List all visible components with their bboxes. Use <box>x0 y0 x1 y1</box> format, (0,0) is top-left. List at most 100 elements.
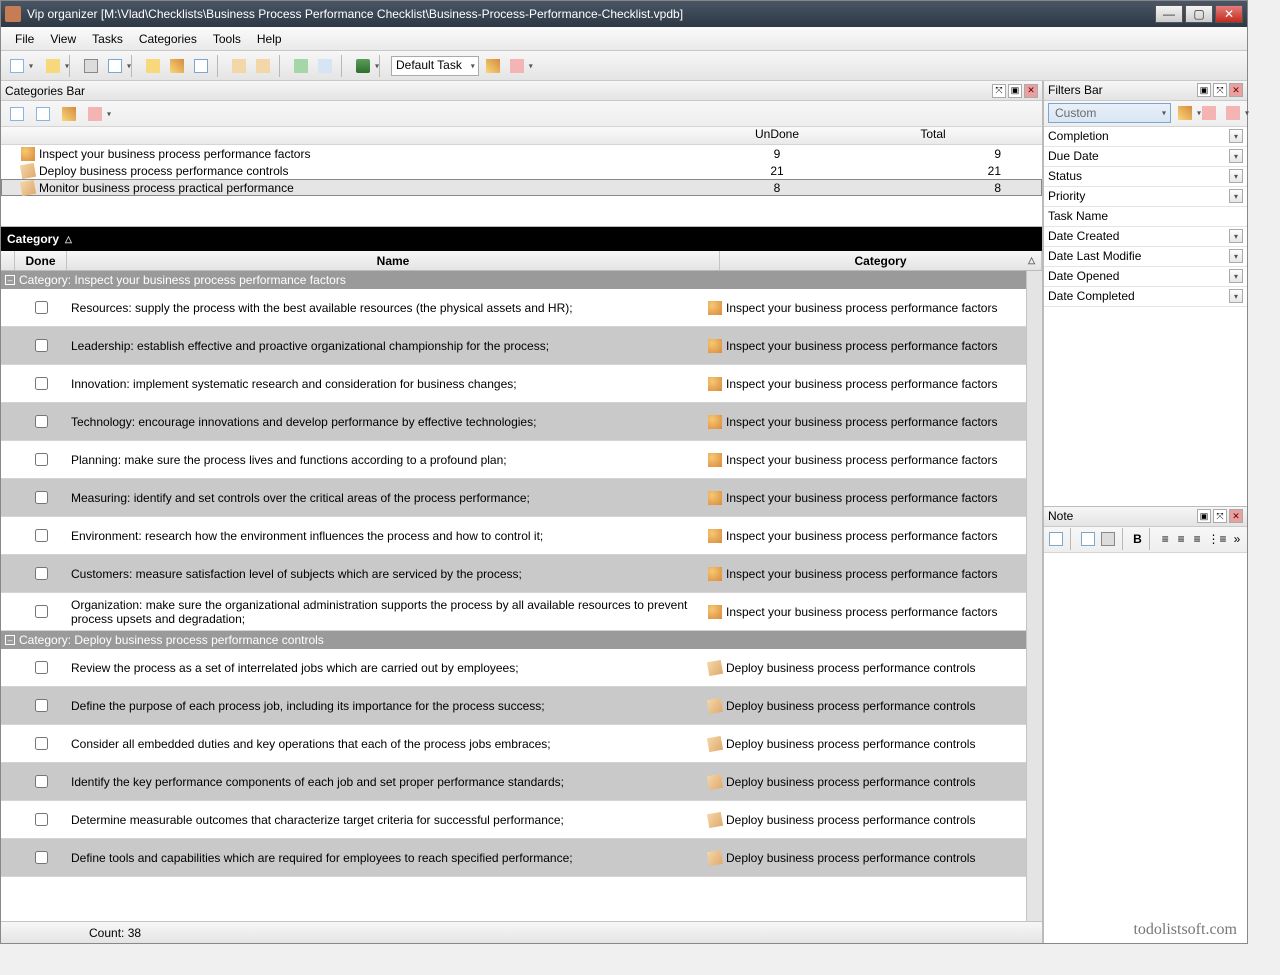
open-button[interactable]: ▾ <box>43 56 63 76</box>
panel-pin-icon[interactable]: ⤧ <box>992 84 1006 98</box>
done-checkbox[interactable] <box>35 699 48 712</box>
panel-restore-icon[interactable]: ▣ <box>1197 83 1211 97</box>
note-copy-button[interactable] <box>1080 529 1096 549</box>
maximize-button[interactable]: ▢ <box>1185 5 1213 23</box>
task-row[interactable]: Organization: make sure the organization… <box>1 593 1026 631</box>
filter-field-row[interactable]: Task Name <box>1044 207 1247 227</box>
task-row[interactable]: Review the process as a set of interrela… <box>1 649 1026 687</box>
filter-field-row[interactable]: Date Opened▾ <box>1044 267 1247 287</box>
close-button[interactable]: ✕ <box>1215 5 1243 23</box>
task-grid[interactable]: –Category: Inspect your business process… <box>1 271 1026 921</box>
task-preset-combo[interactable]: Default Task▾ <box>391 56 479 76</box>
panel-pin-icon[interactable]: ⤧ <box>1213 83 1227 97</box>
minimize-button[interactable]: — <box>1155 5 1183 23</box>
filter-field-row[interactable]: Date Completed▾ <box>1044 287 1247 307</box>
menu-help[interactable]: Help <box>249 30 290 48</box>
note-more-button[interactable]: » <box>1231 529 1243 549</box>
note-align-center-button[interactable]: ≡ <box>1175 529 1187 549</box>
cat-delete-button[interactable]: ▾ <box>85 104 105 124</box>
filter-field-row[interactable]: Priority▾ <box>1044 187 1247 207</box>
task-row[interactable]: Identify the key performance components … <box>1 763 1026 801</box>
dropdown-icon[interactable]: ▾ <box>1229 249 1243 263</box>
category-tree-row[interactable]: Deploy business process performance cont… <box>1 162 1042 179</box>
collapse-icon[interactable]: – <box>5 635 15 645</box>
print-button[interactable] <box>81 56 101 76</box>
filter-field-row[interactable]: Status▾ <box>1044 167 1247 187</box>
menu-file[interactable]: File <box>7 30 42 48</box>
category-tree-row[interactable]: Monitor business process practical perfo… <box>1 179 1042 196</box>
menu-tasks[interactable]: Tasks <box>84 30 131 48</box>
done-checkbox[interactable] <box>35 567 48 580</box>
refresh-button[interactable] <box>483 56 503 76</box>
edit-button[interactable] <box>143 56 163 76</box>
menu-view[interactable]: View <box>42 30 84 48</box>
complete-button[interactable] <box>291 56 311 76</box>
task-row[interactable]: Measuring: identify and set controls ove… <box>1 479 1026 517</box>
redo-button[interactable] <box>253 56 273 76</box>
panel-close-icon[interactable]: ✕ <box>1229 83 1243 97</box>
dropdown-icon[interactable]: ▾ <box>1229 189 1243 203</box>
dropdown-icon[interactable]: ▾ <box>1229 229 1243 243</box>
note-editor[interactable] <box>1044 553 1247 943</box>
done-checkbox[interactable] <box>35 377 48 390</box>
task-row[interactable]: Determine measurable outcomes that chara… <box>1 801 1026 839</box>
filter-field-row[interactable]: Date Created▾ <box>1044 227 1247 247</box>
panel-restore-icon[interactable]: ▣ <box>1008 84 1022 98</box>
filter-delete-button[interactable]: ▾ <box>1223 103 1243 123</box>
vertical-scrollbar[interactable] <box>1026 271 1042 921</box>
panel-close-icon[interactable]: ✕ <box>1024 84 1038 98</box>
note-bullets-button[interactable]: ⋮≡ <box>1207 529 1227 549</box>
done-checkbox[interactable] <box>35 301 48 314</box>
done-checkbox[interactable] <box>35 529 48 542</box>
task-row[interactable]: Environment: research how the environmen… <box>1 517 1026 555</box>
col-name[interactable]: Name <box>67 251 720 270</box>
done-checkbox[interactable] <box>35 813 48 826</box>
group-by-bar[interactable]: Category △ <box>1 227 1042 251</box>
category-tree-row[interactable]: Inspect your business process performanc… <box>1 145 1042 162</box>
col-done[interactable]: Done <box>15 251 67 270</box>
note-align-right-button[interactable]: ≡ <box>1191 529 1203 549</box>
grid-group-header[interactable]: –Category: Inspect your business process… <box>1 271 1026 289</box>
task-row[interactable]: Planning: make sure the process lives an… <box>1 441 1026 479</box>
task-row[interactable]: Consider all embedded duties and key ope… <box>1 725 1026 763</box>
panel-restore-icon[interactable]: ▣ <box>1197 509 1211 523</box>
category-tree[interactable]: UnDone Total Inspect your business proce… <box>1 127 1042 227</box>
done-checkbox[interactable] <box>35 851 48 864</box>
task-row[interactable]: Resources: supply the process with the b… <box>1 289 1026 327</box>
task-row[interactable]: Innovation: implement systematic researc… <box>1 365 1026 403</box>
cat-edit-button[interactable] <box>59 104 79 124</box>
menu-tools[interactable]: Tools <box>205 30 249 48</box>
note-link-button[interactable] <box>1048 529 1064 549</box>
done-checkbox[interactable] <box>35 775 48 788</box>
done-checkbox[interactable] <box>35 491 48 504</box>
task-row[interactable]: Technology: encourage innovations and de… <box>1 403 1026 441</box>
dropdown-icon[interactable]: ▾ <box>1229 269 1243 283</box>
filter-field-row[interactable]: Completion▾ <box>1044 127 1247 147</box>
done-checkbox[interactable] <box>35 415 48 428</box>
flag-button[interactable]: ▾ <box>353 56 373 76</box>
task-row[interactable]: Define the purpose of each process job, … <box>1 687 1026 725</box>
done-checkbox[interactable] <box>35 453 48 466</box>
done-checkbox[interactable] <box>35 661 48 674</box>
dropdown-icon[interactable]: ▾ <box>1229 129 1243 143</box>
notes-button[interactable] <box>191 56 211 76</box>
col-expand[interactable] <box>1 251 15 270</box>
undo-button[interactable] <box>229 56 249 76</box>
note-bold-button[interactable]: B <box>1132 529 1144 549</box>
cat-child-button[interactable] <box>33 104 53 124</box>
panel-close-icon[interactable]: ✕ <box>1229 509 1243 523</box>
export-button[interactable]: ▾ <box>105 56 125 76</box>
done-checkbox[interactable] <box>35 737 48 750</box>
dropdown-icon[interactable]: ▾ <box>1229 169 1243 183</box>
filter-field-row[interactable]: Date Last Modifie▾ <box>1044 247 1247 267</box>
filter-clear-button[interactable] <box>1199 103 1219 123</box>
done-checkbox[interactable] <box>35 605 48 618</box>
filter-preset-combo[interactable]: Custom▾ <box>1048 103 1171 123</box>
wizard-button[interactable] <box>167 56 187 76</box>
filter-field-row[interactable]: Due Date▾ <box>1044 147 1247 167</box>
cat-new-button[interactable] <box>7 104 27 124</box>
dropdown-icon[interactable]: ▾ <box>1229 289 1243 303</box>
panel-pin-icon[interactable]: ⤧ <box>1213 509 1227 523</box>
task-row[interactable]: Customers: measure satisfaction level of… <box>1 555 1026 593</box>
grid-group-header[interactable]: –Category: Deploy business process perfo… <box>1 631 1026 649</box>
